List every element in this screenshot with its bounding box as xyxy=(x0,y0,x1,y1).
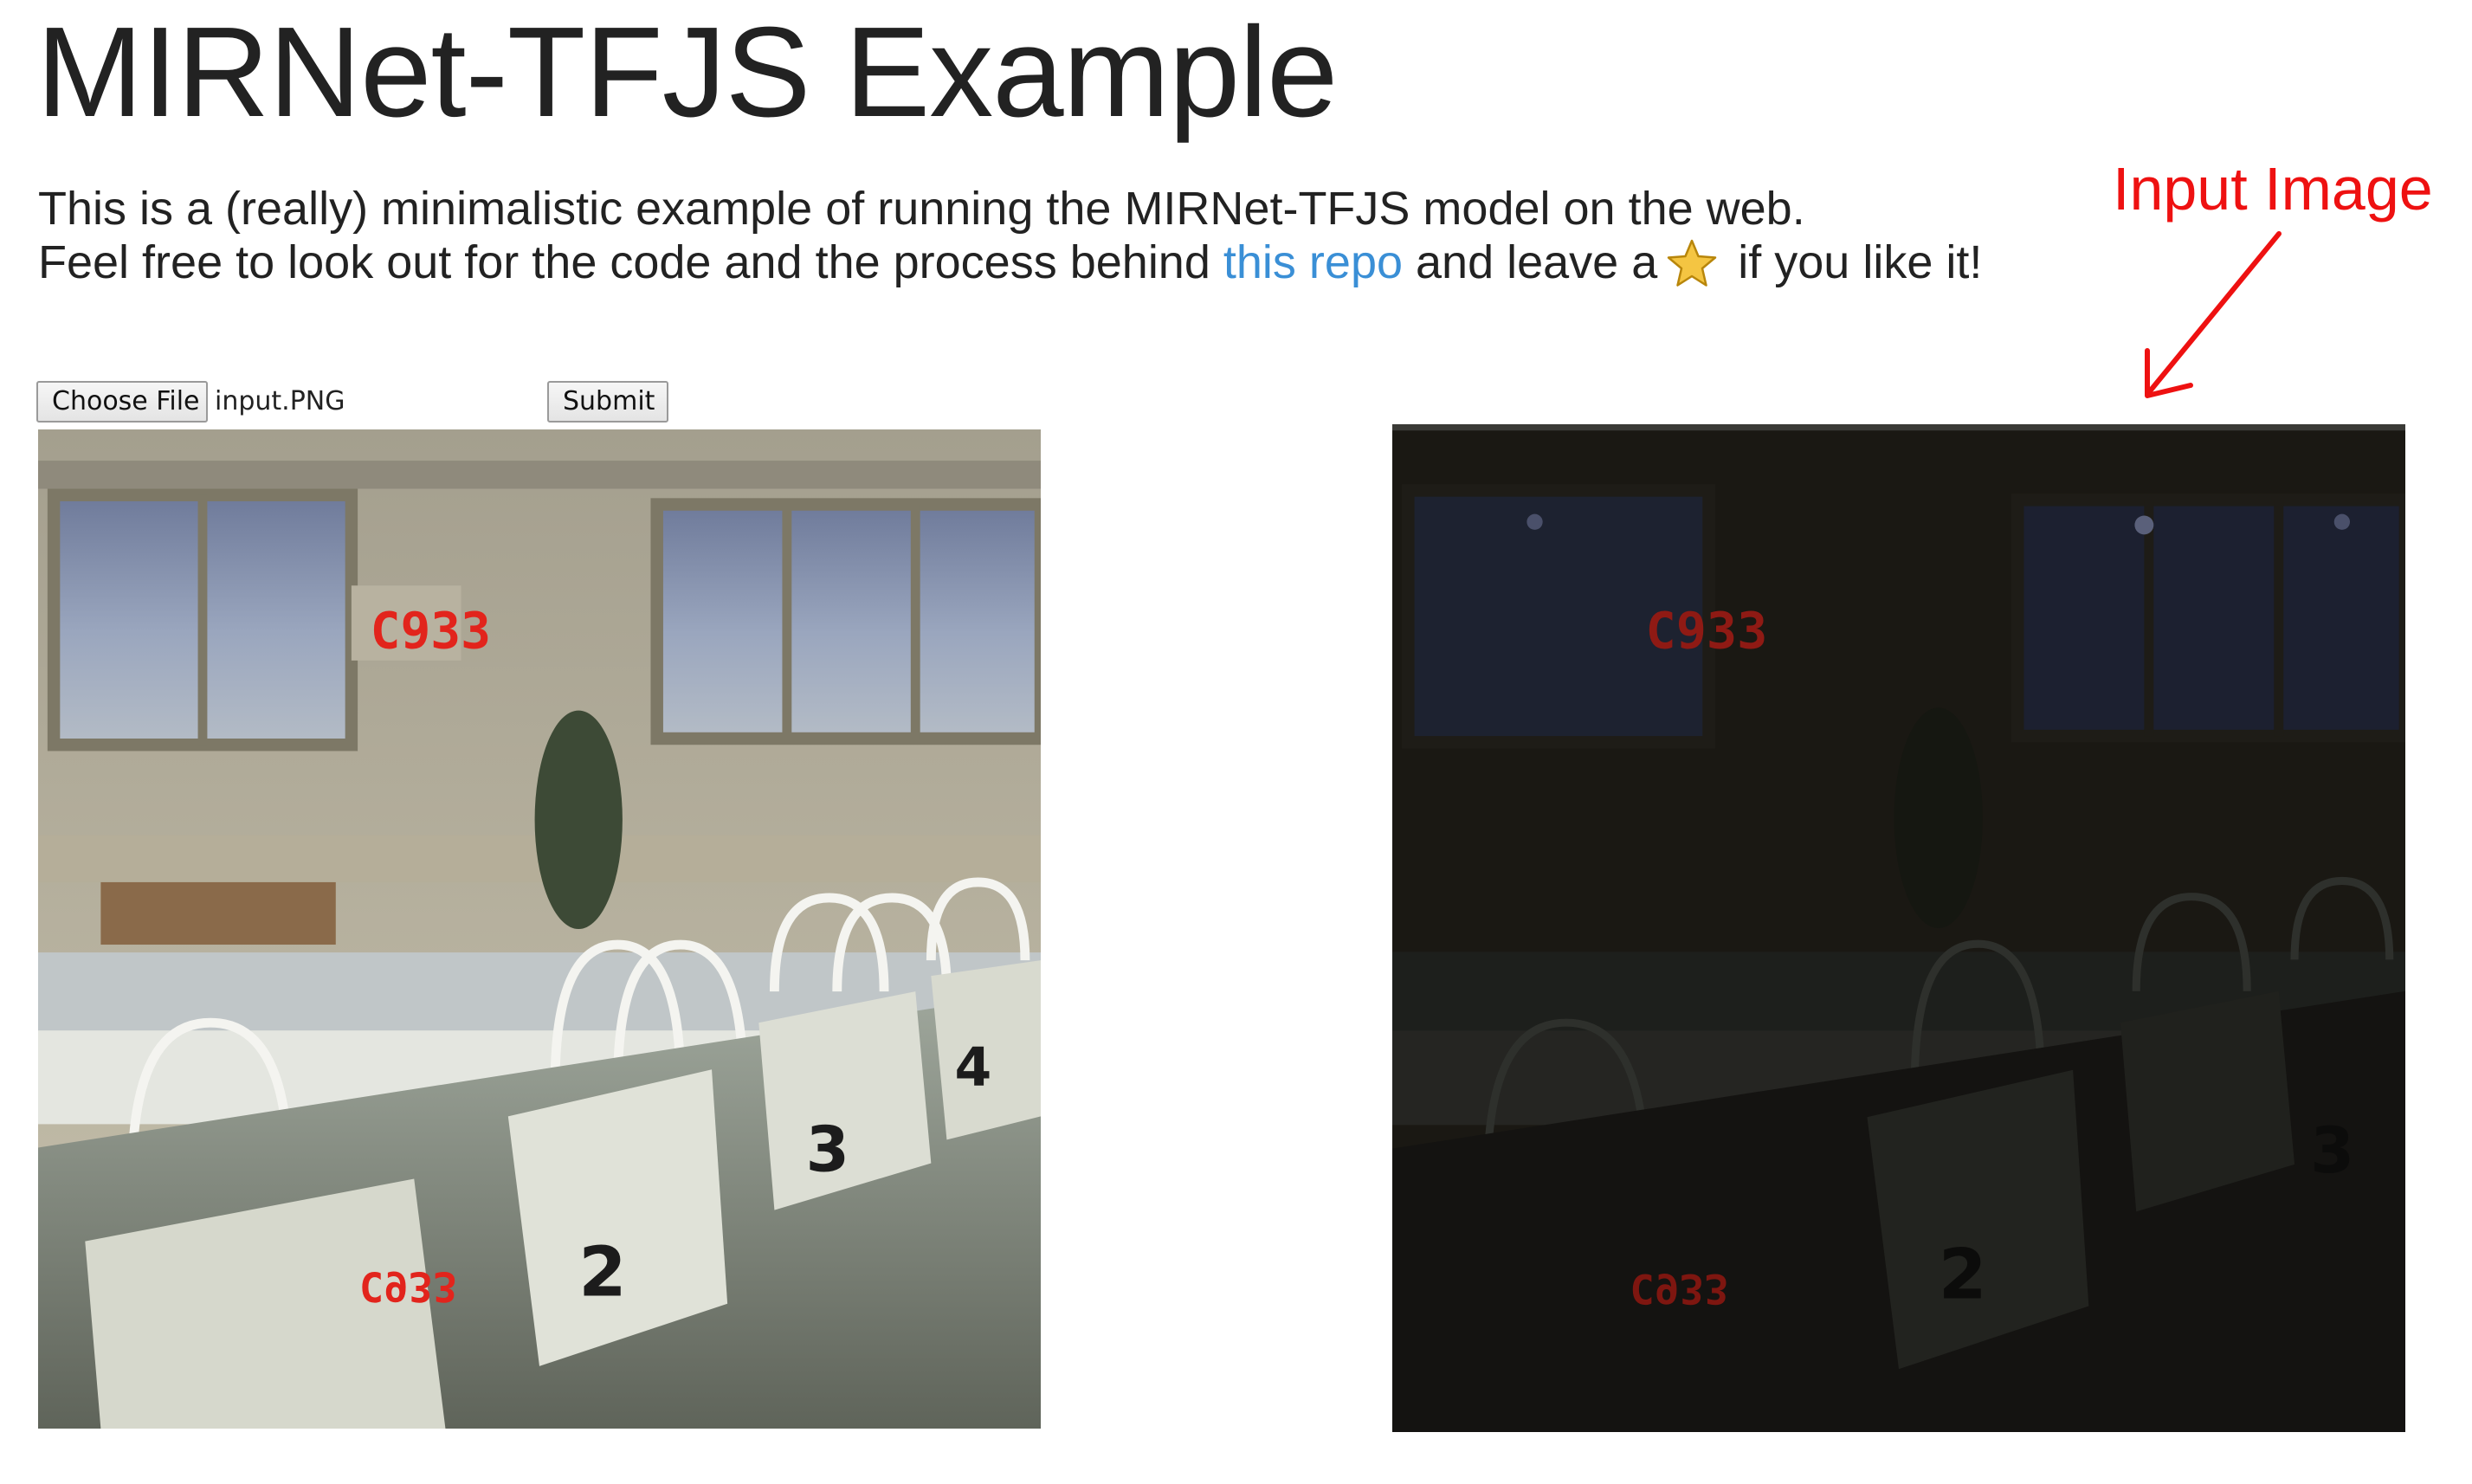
description-line-2: Feel free to look out for the code and t… xyxy=(38,236,1982,289)
svg-text:C933: C933 xyxy=(371,602,491,661)
svg-text:2: 2 xyxy=(1939,1235,1987,1315)
choose-file-button[interactable]: Choose File xyxy=(36,381,208,423)
output-reflection-digits: C933 xyxy=(359,1262,457,1310)
page: MIRNet-TFJS Example This is a (really) m… xyxy=(0,0,2472,1484)
description-line-1: This is a (really) minimalistic example … xyxy=(38,183,1805,235)
page-title: MIRNet-TFJS Example xyxy=(36,1,1338,144)
svg-text:3: 3 xyxy=(2310,1114,2354,1188)
selected-file-name: input.PNG xyxy=(215,386,345,416)
description-line-2-middle: and leave a xyxy=(1403,236,1658,288)
input-reflection-digits: C933 xyxy=(1630,1264,1728,1312)
input-clock-digits: C933 xyxy=(1646,601,1768,660)
svg-text:2: 2 xyxy=(578,1232,626,1313)
svg-text:3: 3 xyxy=(806,1114,849,1187)
star-icon xyxy=(1666,238,1718,288)
svg-text:4: 4 xyxy=(954,1036,991,1098)
submit-button[interactable]: Submit xyxy=(547,381,668,423)
output-clock-digits: C933 xyxy=(371,602,491,661)
repo-link[interactable]: this repo xyxy=(1223,236,1403,288)
output-image: C933 2 3 4 C933 xyxy=(38,429,1041,1429)
description-line-2-suffix: if you like it! xyxy=(1725,236,1983,288)
input-image: C933 2 3 C933 xyxy=(1392,424,2405,1432)
annotation-arrow-icon xyxy=(2145,231,2282,398)
description-line-2-prefix: Feel free to look out for the code and t… xyxy=(38,236,1223,288)
annotation-label: Input Image xyxy=(2113,155,2433,223)
description: This is a (really) minimalistic example … xyxy=(38,182,1982,289)
